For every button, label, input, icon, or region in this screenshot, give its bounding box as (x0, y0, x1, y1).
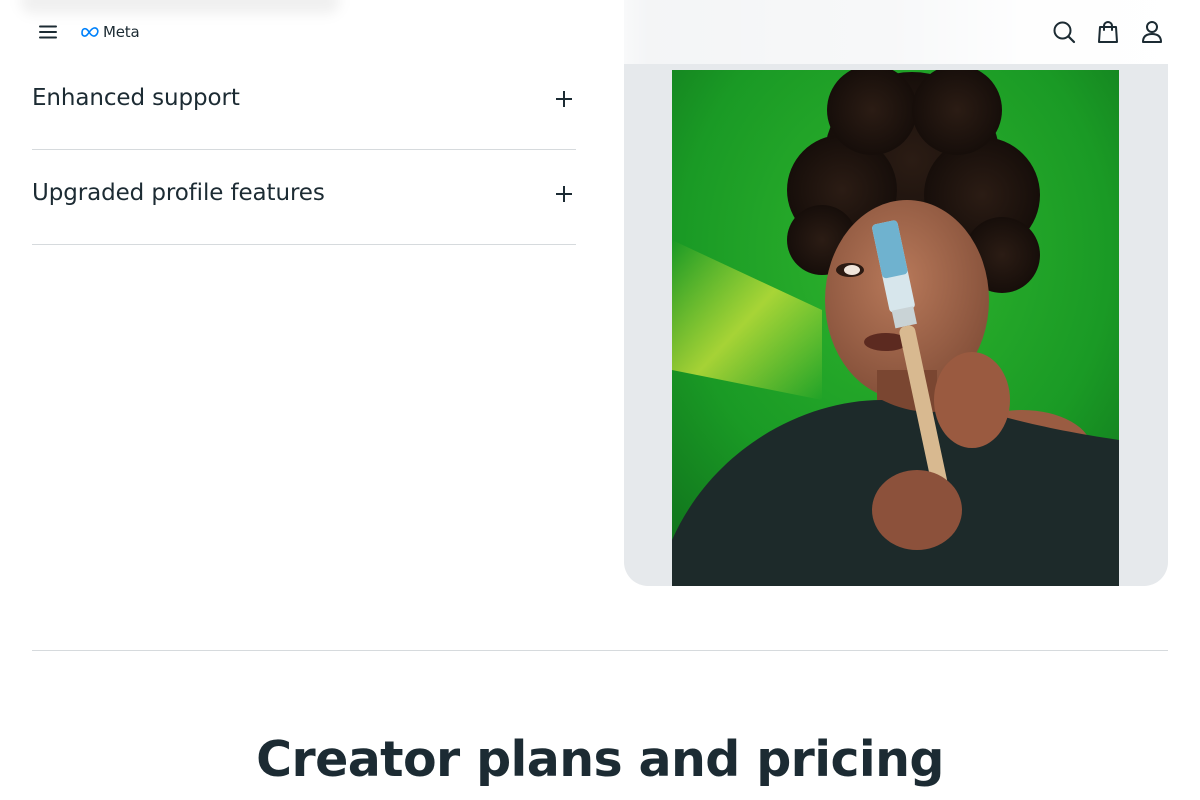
hamburger-menu-icon (39, 25, 57, 39)
shopping-bag-icon (1098, 20, 1118, 43)
accordion-item-title: Enhanced support (32, 85, 240, 111)
header-actions (1048, 16, 1168, 48)
creator-photo (672, 70, 1119, 586)
meta-logo[interactable]: Meta (80, 22, 140, 42)
user-account-icon (1142, 21, 1162, 43)
accordion-item-title: Upgraded profile features (32, 180, 325, 206)
plus-icon[interactable] (556, 91, 572, 107)
hero-image-panel (624, 0, 1168, 586)
menu-button[interactable] (32, 16, 64, 48)
accordion-item-upgraded-profile-features[interactable]: Upgraded profile features (32, 150, 576, 245)
cart-button[interactable] (1092, 16, 1124, 48)
accordion-item-enhanced-support[interactable]: Enhanced support (32, 55, 576, 150)
meta-infinity-icon (81, 27, 99, 37)
page: Meta Enhanced support Upgraded profile f… (0, 0, 1200, 800)
section-divider (32, 650, 1168, 651)
header-shadow (20, 0, 340, 14)
search-button[interactable] (1048, 16, 1080, 48)
account-button[interactable] (1136, 16, 1168, 48)
section-heading: Creator plans and pricing (256, 731, 944, 788)
logo-text: Meta (103, 23, 140, 41)
search-icon (1053, 21, 1076, 44)
features-accordion: Enhanced support Upgraded profile featur… (32, 55, 576, 245)
top-navigation-bar: Meta (0, 0, 1200, 64)
plus-icon[interactable] (556, 186, 572, 202)
